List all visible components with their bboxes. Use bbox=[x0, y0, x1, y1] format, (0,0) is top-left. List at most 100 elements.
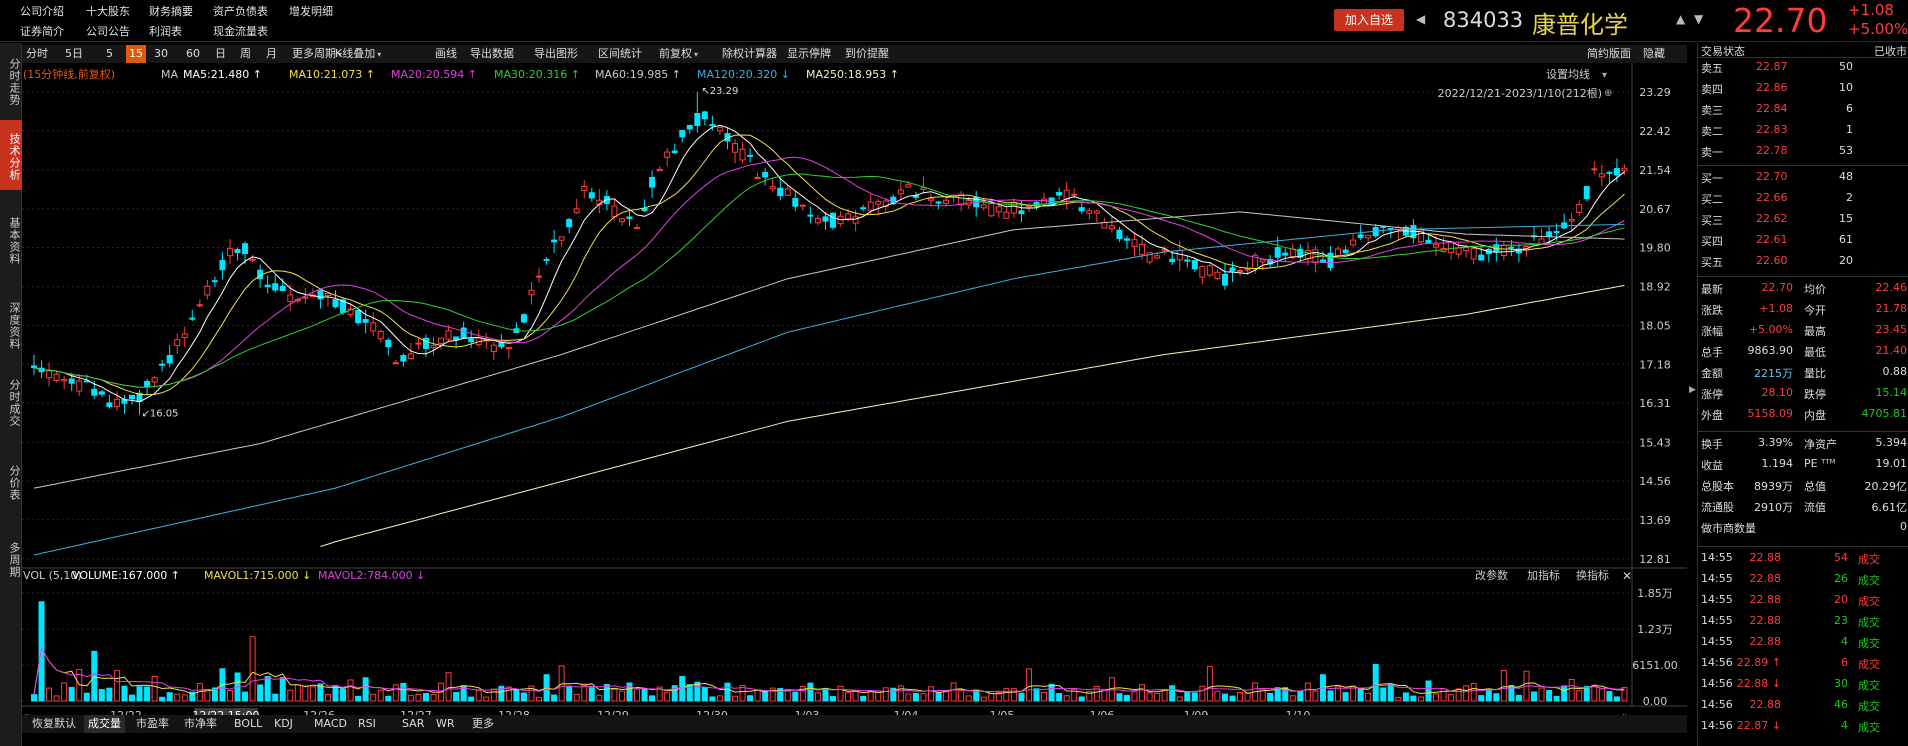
indicator-tab[interactable]: WR bbox=[432, 715, 459, 733]
stat-label: 量比 bbox=[1804, 367, 1826, 380]
period-button[interactable]: 30 bbox=[154, 45, 168, 63]
pin-icon[interactable]: ⊕ bbox=[1604, 88, 1612, 99]
volume-bar bbox=[151, 675, 158, 702]
indicator-tab[interactable]: RSI bbox=[354, 715, 380, 733]
indicator-button[interactable]: 换指标 bbox=[1576, 568, 1609, 582]
f10-link[interactable]: 资产负债表 bbox=[213, 3, 268, 19]
stat-value: 2910万 bbox=[1754, 501, 1793, 514]
volume-bar bbox=[430, 694, 437, 702]
expand-right-icon[interactable]: ▶ bbox=[1689, 385, 1696, 395]
f10-link[interactable]: 证券简介 bbox=[20, 23, 64, 39]
volume-bar bbox=[950, 682, 957, 702]
indicator-tab[interactable]: BOLL bbox=[230, 715, 266, 733]
period-button[interactable]: 60 bbox=[186, 45, 200, 63]
indicator-tab[interactable]: SAR bbox=[398, 715, 428, 733]
volume-bar bbox=[362, 677, 369, 702]
next-stock-icon[interactable]: ▲ bbox=[1676, 12, 1685, 26]
f10-link[interactable]: 公司介绍 bbox=[20, 3, 64, 19]
close-icon[interactable]: ✕ bbox=[1622, 569, 1632, 583]
candle-body bbox=[355, 310, 362, 324]
volume-bar bbox=[113, 670, 120, 702]
volume-bar bbox=[1221, 693, 1228, 702]
volume-bar bbox=[1025, 668, 1032, 702]
indicator-button[interactable]: 改参数 bbox=[1475, 568, 1508, 582]
volume-bar bbox=[988, 692, 995, 702]
period-button[interactable]: 导出图形 bbox=[534, 45, 578, 63]
indicator-tab[interactable]: 恢复默认 bbox=[28, 715, 80, 733]
period-button[interactable]: 区间统计 bbox=[598, 45, 642, 63]
period-button[interactable]: 显示停牌 bbox=[787, 45, 831, 63]
indicator-button[interactable]: 加指标 bbox=[1527, 568, 1560, 582]
period-button[interactable]: 画线 bbox=[435, 45, 457, 63]
period-button[interactable]: 分时 bbox=[26, 45, 48, 63]
period-button[interactable]: 5 bbox=[106, 45, 113, 63]
period-label: 5 bbox=[106, 47, 113, 60]
left-tab[interactable]: 技术分析 bbox=[0, 120, 22, 190]
trade-time: 14:56 bbox=[1701, 677, 1733, 690]
candle-body bbox=[611, 205, 618, 218]
candle-body bbox=[860, 207, 867, 210]
kline-chart[interactable]: 23.29 22.42 21.54 20.67 19.80 18.92 18.05 17.18… bbox=[22, 63, 1687, 746]
period-button[interactable]: 15 bbox=[126, 45, 146, 63]
indicator-tab[interactable]: MACD bbox=[310, 715, 351, 733]
left-tab[interactable]: 分价表 bbox=[0, 443, 22, 519]
pin-icon[interactable]: ▼ bbox=[1694, 12, 1703, 26]
left-tab[interactable]: 基本资料 bbox=[0, 193, 22, 285]
indicator-tab[interactable]: KDJ bbox=[270, 715, 297, 733]
indicator-tab[interactable]: 成交量 bbox=[84, 715, 125, 733]
period-button[interactable]: 日 bbox=[215, 45, 226, 63]
prev-stock-icon[interactable]: ◀ bbox=[1416, 12, 1425, 26]
period-button[interactable]: 导出数据 bbox=[470, 45, 514, 63]
left-tab[interactable]: 分时走势 bbox=[0, 45, 22, 115]
volume-bar bbox=[422, 693, 429, 702]
volume-bar bbox=[980, 696, 987, 702]
period-button[interactable]: 月 bbox=[266, 45, 277, 63]
candle-body bbox=[1139, 243, 1146, 256]
left-tab[interactable]: 多周期 bbox=[0, 523, 22, 593]
ask-level-label: 卖一 bbox=[1701, 146, 1723, 159]
period-button[interactable]: 前复权 ▾ bbox=[659, 45, 698, 63]
volume-bar bbox=[822, 687, 829, 702]
f10-link[interactable]: 现金流量表 bbox=[213, 23, 268, 39]
candle-body bbox=[875, 200, 882, 205]
candle-body bbox=[1199, 265, 1206, 278]
f10-link[interactable]: 十大股东 bbox=[86, 3, 130, 19]
candle-body bbox=[226, 248, 233, 257]
f10-link[interactable]: 利润表 bbox=[149, 23, 182, 39]
period-button[interactable]: 周 bbox=[240, 45, 251, 63]
hide-button[interactable]: 隐藏 bbox=[1643, 45, 1665, 63]
candle-body bbox=[1229, 267, 1236, 272]
f10-link[interactable]: 增发明细 bbox=[289, 3, 333, 19]
indicator-tab[interactable]: 市盈率 bbox=[132, 715, 173, 733]
volume-bar bbox=[257, 684, 264, 702]
chevron-down-icon[interactable]: ▾ bbox=[1602, 70, 1607, 81]
stat-label: 净资产 bbox=[1804, 438, 1837, 451]
volume-bar bbox=[1131, 691, 1138, 702]
left-tab[interactable]: 深度资料 bbox=[0, 289, 22, 359]
f10-link[interactable]: 公司公告 bbox=[86, 23, 130, 39]
f10-link[interactable]: 财务摘要 bbox=[149, 3, 193, 19]
period-button[interactable]: 到价提醒 bbox=[845, 45, 889, 63]
volume-bar bbox=[1229, 695, 1236, 702]
candle-body bbox=[287, 294, 294, 302]
candle-body bbox=[460, 327, 467, 339]
left-tab[interactable]: 分时成交 bbox=[0, 363, 22, 439]
candle-body bbox=[61, 379, 68, 382]
period-button[interactable]: K线叠加 ▾ bbox=[335, 45, 381, 63]
volume-bar bbox=[724, 682, 731, 702]
set-ma-button[interactable]: 设置均线 bbox=[1546, 67, 1590, 81]
candle-body bbox=[1071, 193, 1078, 196]
candles bbox=[31, 92, 1628, 415]
add-watchlist-button[interactable]: 加入自选 bbox=[1334, 9, 1404, 31]
period-button[interactable]: 除权计算器 bbox=[722, 45, 777, 63]
indicator-tab[interactable]: 更多 bbox=[468, 715, 498, 733]
volume-bar bbox=[61, 682, 68, 702]
volume-bar bbox=[1538, 687, 1545, 702]
period-button[interactable]: 5日 bbox=[65, 45, 83, 63]
candle-body bbox=[430, 345, 437, 349]
divider bbox=[1698, 57, 1908, 58]
trade-time: 14:55 bbox=[1701, 572, 1733, 585]
indicator-tab[interactable]: 市净率 bbox=[180, 715, 221, 733]
candle-body bbox=[1056, 192, 1063, 196]
simple-layout-button[interactable]: 简约版面 bbox=[1587, 45, 1631, 63]
